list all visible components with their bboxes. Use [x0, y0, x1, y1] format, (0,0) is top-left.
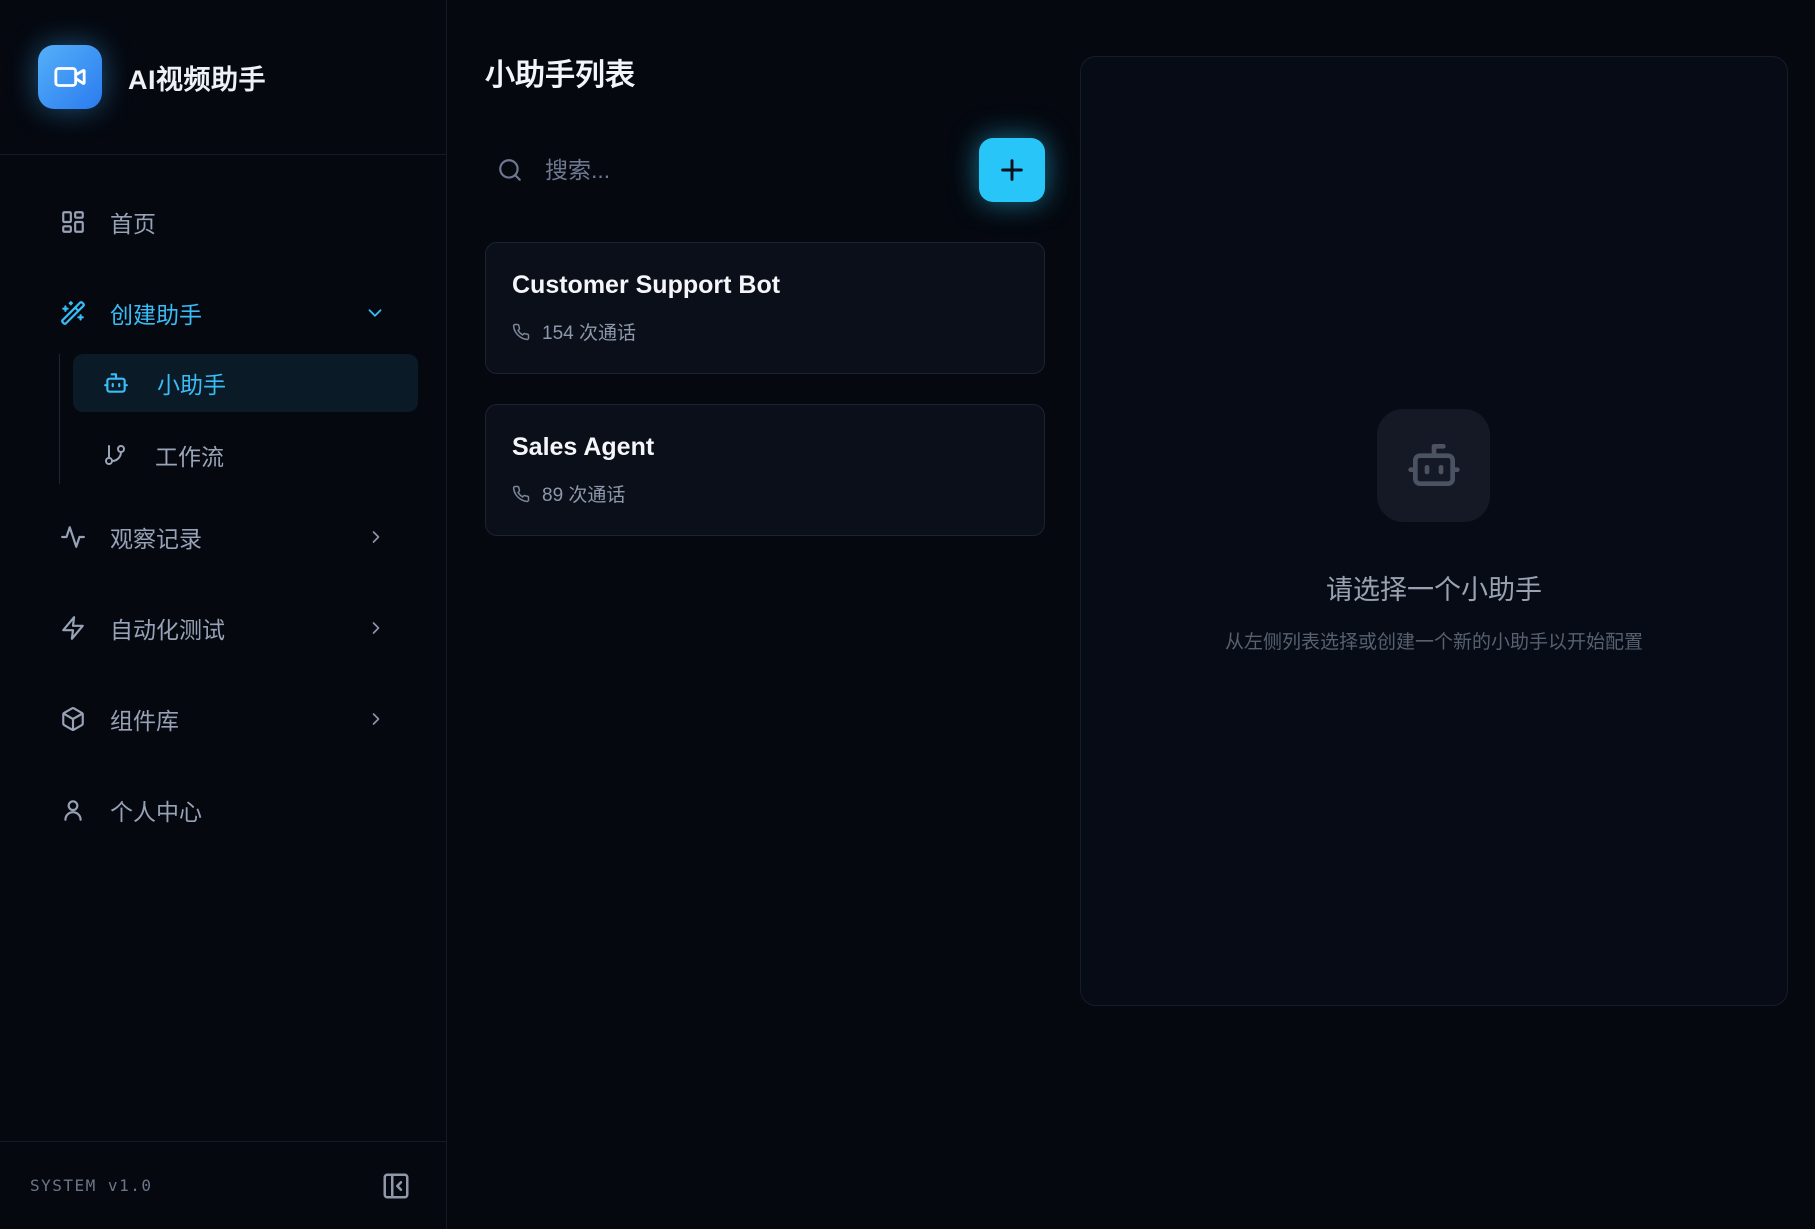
assistant-call-count: 89 次通话 — [512, 480, 1018, 507]
search-box — [485, 157, 979, 184]
app-logo — [38, 45, 102, 109]
assistant-name: Customer Support Bot — [512, 271, 1018, 300]
magic-wand-icon — [60, 300, 86, 326]
call-count-text: 89 次通话 — [542, 480, 625, 507]
sidebar-item-label: 组件库 — [110, 702, 179, 736]
video-camera-icon — [53, 60, 87, 94]
sidebar-item-observation-log[interactable]: 观察记录 — [28, 508, 418, 566]
assistant-call-count: 154 次通话 — [512, 318, 1018, 345]
assistant-card[interactable]: Sales Agent 89 次通话 — [485, 404, 1045, 536]
plus-icon — [996, 154, 1028, 186]
search-input[interactable] — [545, 157, 865, 184]
main-content: 小助手列表 Customer Support Bot — [447, 0, 1815, 1229]
panel-collapse-icon — [381, 1171, 411, 1201]
sidebar-header: AI视频助手 — [0, 0, 446, 155]
empty-state-icon-box — [1377, 409, 1490, 522]
assistant-list-column: 小助手列表 Customer Support Bot — [447, 0, 1080, 1229]
assistant-card[interactable]: Customer Support Bot 154 次通话 — [485, 242, 1045, 374]
system-version: SYSTEM v1.0 — [30, 1176, 152, 1195]
sidebar-item-create-assistant[interactable]: 创建助手 — [28, 284, 418, 342]
user-icon — [60, 797, 86, 823]
sidebar-item-label: 创建助手 — [110, 296, 202, 330]
git-branch-icon — [103, 443, 127, 467]
assistant-name: Sales Agent — [512, 433, 1018, 462]
sidebar-item-workflow[interactable]: 工作流 — [73, 426, 418, 484]
sidebar-item-automation-test[interactable]: 自动化测试 — [28, 599, 418, 657]
app-window: AI视频助手 首页 创建助手 — [0, 0, 1815, 1229]
bot-icon — [1406, 437, 1462, 493]
assistant-detail-panel: 请选择一个小助手 从左侧列表选择或创建一个新的小助手以开始配置 — [1080, 56, 1788, 1006]
activity-pulse-icon — [60, 524, 86, 550]
sidebar-item-component-library[interactable]: 组件库 — [28, 690, 418, 748]
phone-icon — [512, 323, 530, 341]
sidebar: AI视频助手 首页 创建助手 — [0, 0, 447, 1229]
phone-icon — [512, 485, 530, 503]
box-icon — [60, 706, 86, 732]
assistant-list: Customer Support Bot 154 次通话 Sales Agent — [485, 242, 1045, 536]
empty-state: 请选择一个小助手 从左侧列表选择或创建一个新的小助手以开始配置 — [1225, 409, 1643, 654]
dashboard-icon — [60, 209, 86, 235]
search-row — [485, 138, 1045, 202]
chevron-right-icon — [366, 527, 386, 547]
chevron-down-icon — [364, 302, 386, 324]
page-title: 小助手列表 — [485, 50, 1045, 94]
bot-icon — [103, 370, 129, 396]
sidebar-item-home[interactable]: 首页 — [28, 193, 418, 251]
sidebar-item-label: 自动化测试 — [110, 611, 225, 645]
lightning-bolt-icon — [60, 615, 86, 641]
sidebar-footer: SYSTEM v1.0 — [0, 1141, 446, 1229]
search-icon — [497, 157, 523, 183]
chevron-right-icon — [366, 618, 386, 638]
empty-state-title: 请选择一个小助手 — [1326, 568, 1542, 607]
sidebar-item-label: 工作流 — [155, 438, 224, 472]
sidebar-item-label: 小助手 — [157, 366, 226, 400]
chevron-right-icon — [366, 709, 386, 729]
call-count-text: 154 次通话 — [542, 318, 636, 345]
collapse-sidebar-button[interactable] — [381, 1171, 411, 1201]
create-assistant-submenu: 小助手 工作流 — [59, 354, 418, 484]
sidebar-item-label: 首页 — [110, 205, 156, 239]
add-assistant-button[interactable] — [979, 138, 1045, 202]
app-title: AI视频助手 — [128, 58, 266, 97]
sidebar-item-label: 个人中心 — [110, 793, 202, 827]
sidebar-nav: 首页 创建助手 小助手 — [0, 155, 446, 872]
sidebar-item-personal-center[interactable]: 个人中心 — [28, 781, 418, 839]
empty-state-subtitle: 从左侧列表选择或创建一个新的小助手以开始配置 — [1225, 627, 1643, 654]
sidebar-item-mini-assistant[interactable]: 小助手 — [73, 354, 418, 412]
sidebar-item-label: 观察记录 — [110, 520, 202, 554]
